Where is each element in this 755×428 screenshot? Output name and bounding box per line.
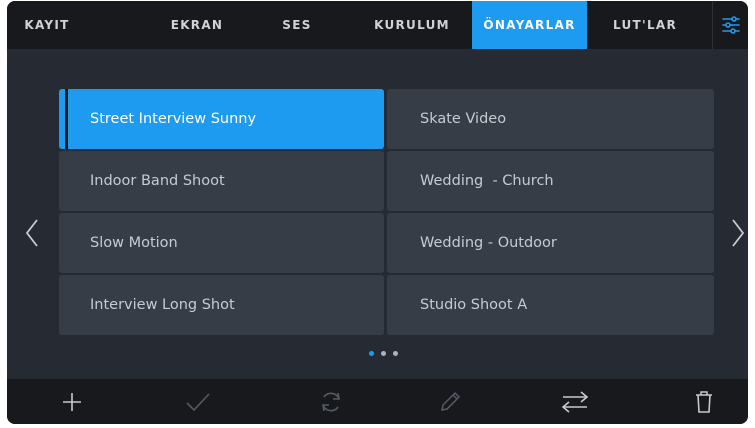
preset-studio-shoot-a[interactable]: Studio Shoot A bbox=[387, 275, 714, 335]
preset-label: Skate Video bbox=[420, 111, 507, 127]
edit-preset-button[interactable] bbox=[420, 379, 480, 424]
tab-lutlar[interactable]: LUT'LAR bbox=[595, 1, 695, 49]
delete-preset-button[interactable] bbox=[674, 379, 734, 424]
swap-arrows-icon bbox=[561, 390, 589, 413]
preset-label: Studio Shoot A bbox=[420, 297, 528, 313]
chevron-right-icon bbox=[732, 219, 745, 247]
page-dot-2[interactable] bbox=[381, 351, 386, 356]
preset-slow-motion[interactable]: Slow Motion bbox=[59, 213, 384, 273]
tab-ses[interactable]: SES bbox=[262, 1, 332, 49]
preset-label: Indoor Band Shoot bbox=[90, 173, 225, 189]
page-dot-3[interactable] bbox=[393, 351, 398, 356]
next-page-button[interactable] bbox=[723, 215, 748, 251]
previous-page-button[interactable] bbox=[17, 215, 47, 251]
pencil-icon bbox=[441, 391, 461, 411]
refresh-icon bbox=[322, 392, 340, 411]
checkmark-icon bbox=[186, 392, 210, 411]
preset-label: Slow Motion bbox=[90, 235, 178, 251]
tab-ekran[interactable]: EKRAN bbox=[142, 1, 252, 49]
preset-label: Wedding - Outdoor bbox=[420, 235, 557, 251]
preset-grid: Street Interview Sunny Skate Video Indoo… bbox=[59, 89, 714, 335]
preset-interview-long-shot[interactable]: Interview Long Shot bbox=[59, 275, 384, 335]
preset-indoor-band-shoot[interactable]: Indoor Band Shoot bbox=[59, 151, 384, 211]
update-preset-button[interactable] bbox=[301, 379, 361, 424]
plus-icon bbox=[63, 392, 81, 411]
camera-screen: KAYIT EKRAN SES KURULUM ÖNAYARLAR LUT'LA… bbox=[7, 1, 748, 424]
preset-label: Interview Long Shot bbox=[90, 297, 235, 313]
preset-label: Wedding - Church bbox=[420, 173, 554, 189]
import-export-button[interactable] bbox=[545, 379, 605, 424]
tab-bar: KAYIT EKRAN SES KURULUM ÖNAYARLAR LUT'LA… bbox=[7, 1, 748, 49]
preset-label: Street Interview Sunny bbox=[90, 111, 257, 127]
chevron-left-icon bbox=[25, 219, 38, 247]
page-dot-1[interactable] bbox=[369, 351, 374, 356]
add-preset-button[interactable] bbox=[42, 379, 102, 424]
tab-kurulum[interactable]: KURULUM bbox=[362, 1, 462, 49]
preset-wedding-church[interactable]: Wedding - Church bbox=[387, 151, 714, 211]
preset-street-interview-sunny[interactable]: Street Interview Sunny bbox=[59, 89, 384, 149]
preset-skate-video[interactable]: Skate Video bbox=[387, 89, 714, 149]
tab-onayarlar[interactable]: ÖNAYARLAR bbox=[472, 1, 587, 49]
preset-toolbar bbox=[7, 379, 748, 424]
load-preset-button[interactable] bbox=[168, 379, 228, 424]
settings-button[interactable] bbox=[712, 1, 748, 49]
tab-kayit[interactable]: KAYIT bbox=[7, 1, 87, 49]
sliders-icon bbox=[722, 16, 740, 34]
preset-wedding-outdoor[interactable]: Wedding - Outdoor bbox=[387, 213, 714, 273]
trash-icon bbox=[696, 390, 712, 413]
